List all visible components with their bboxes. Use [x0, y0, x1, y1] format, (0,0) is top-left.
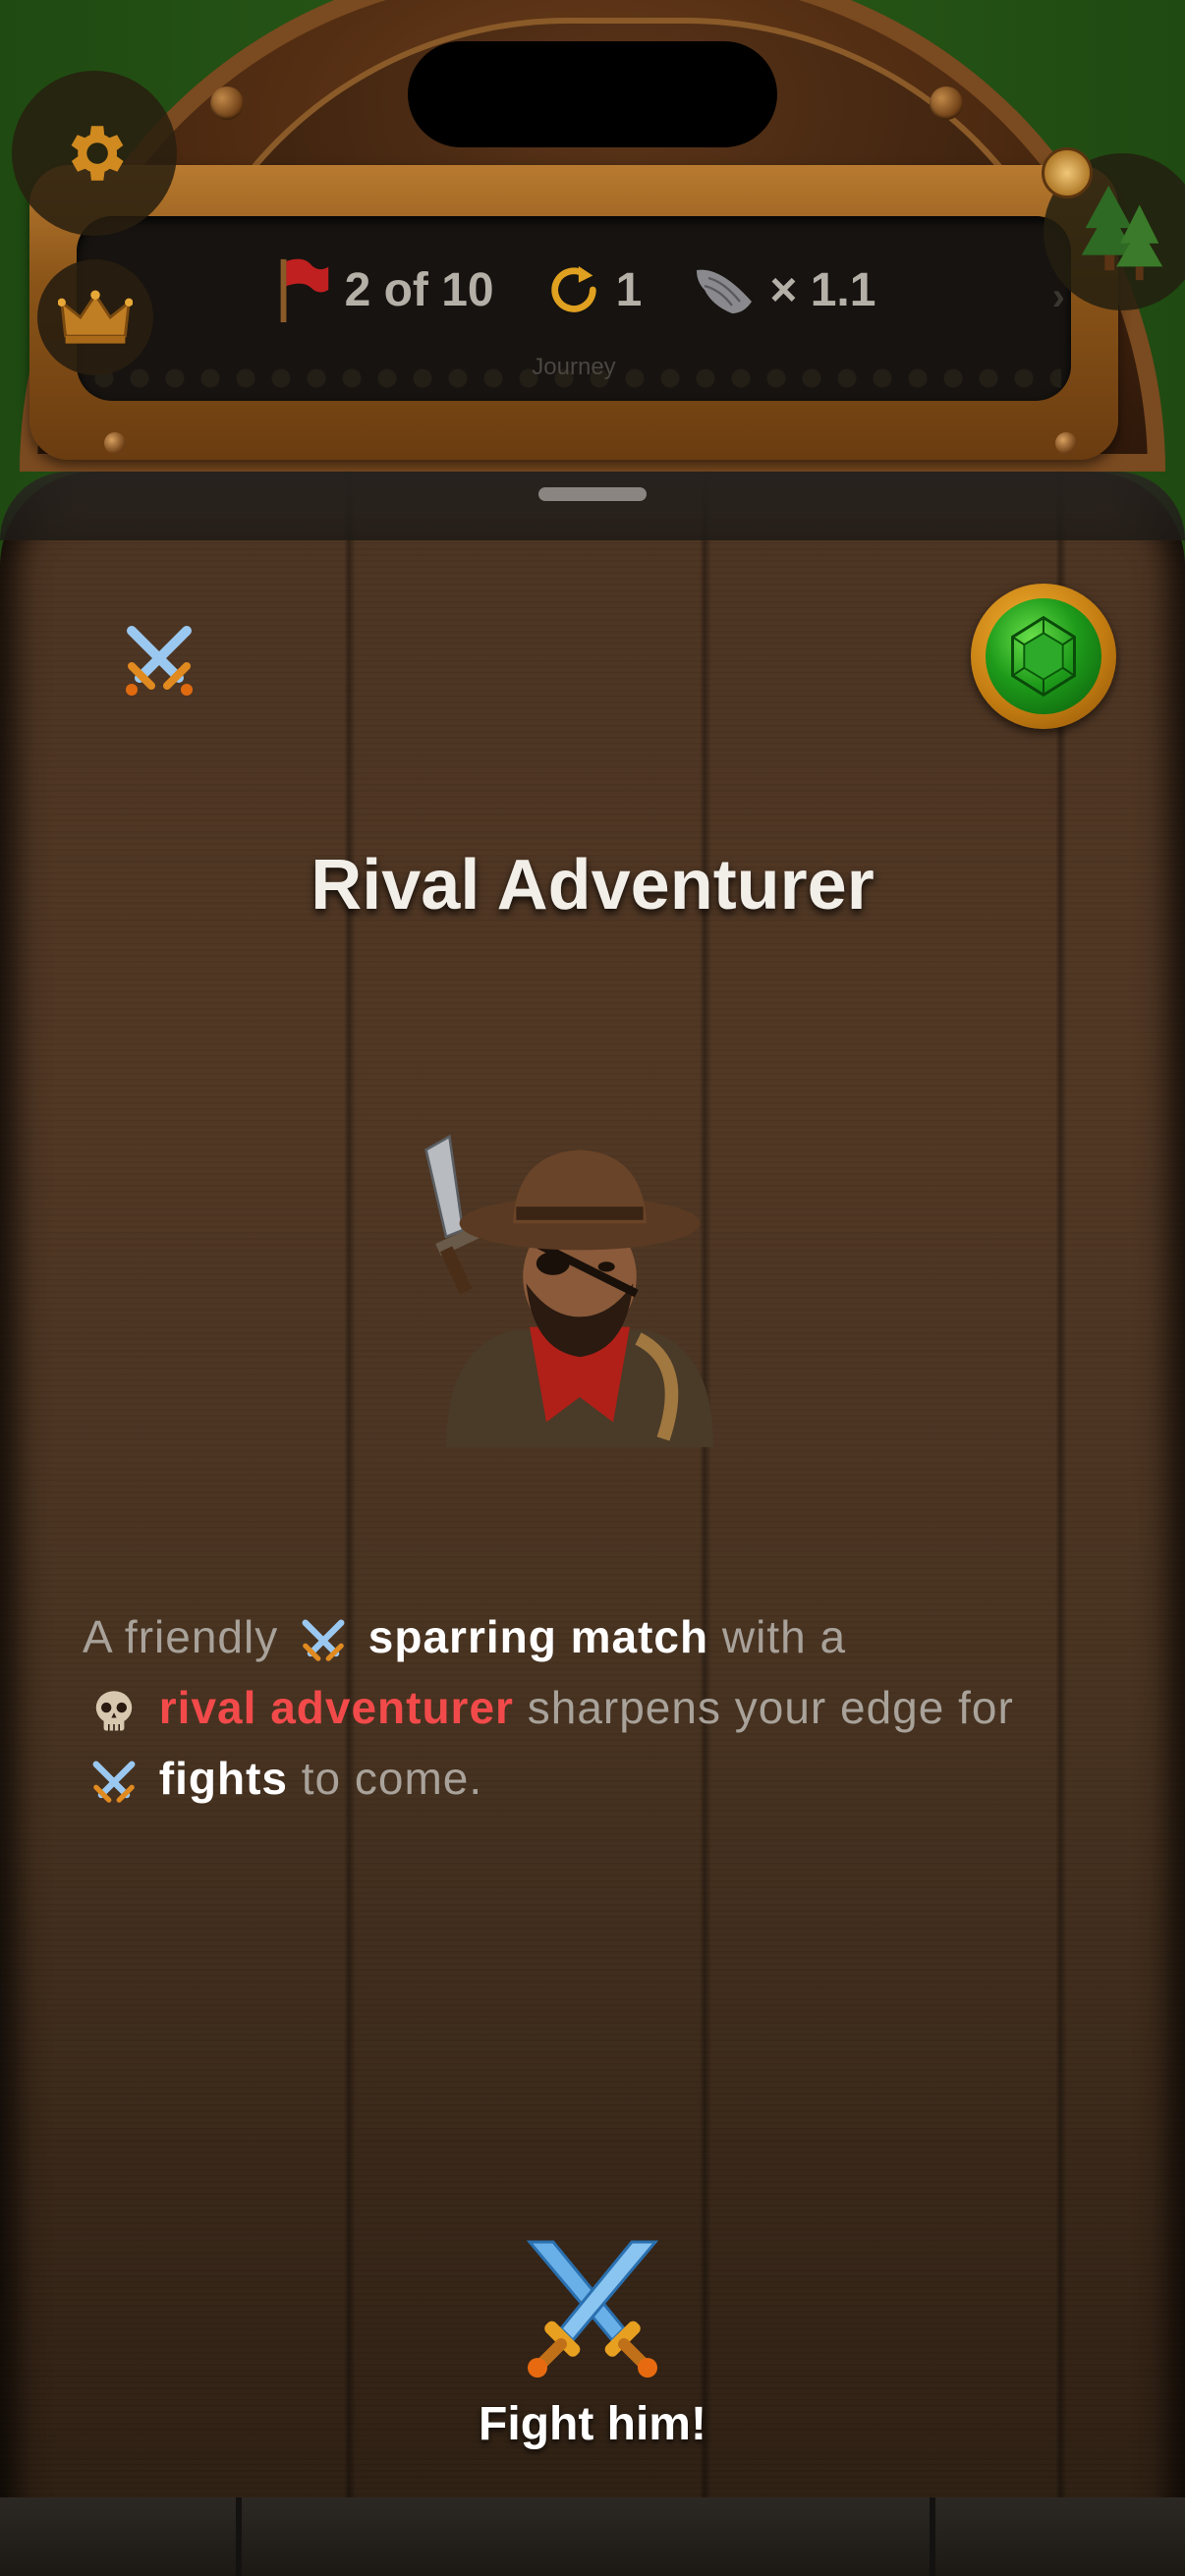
compass-icon [1042, 147, 1093, 198]
retries-stat: 1 [545, 261, 643, 318]
encounter-title: Rival Adventurer [310, 846, 875, 924]
stone-border-bottom [0, 2497, 1185, 2576]
multiplier-value: × 1.1 [769, 263, 876, 316]
gear-icon [71, 126, 124, 181]
description-text: sharpens your edge for [527, 1682, 1014, 1733]
arch-rivet [930, 86, 963, 120]
reward-gem[interactable] [971, 584, 1116, 729]
refresh-icon [550, 265, 596, 312]
skull-icon [95, 1691, 133, 1731]
description-text: with a [721, 1611, 847, 1662]
highlight-sparring-match: sparring match [367, 1611, 709, 1662]
crossed-swords-icon [302, 1619, 345, 1661]
pine-tree-icon [1081, 185, 1163, 281]
journey-stats: 2 of 10 1 × 1.1 [77, 255, 1071, 324]
sheet-grab-handle[interactable] [538, 487, 647, 501]
settings-button[interactable] [12, 71, 177, 236]
retries-value: 1 [615, 263, 643, 316]
stone-border-top [0, 472, 1185, 540]
encounter-description: A friendly sparring match with a rival a… [83, 1601, 1126, 1814]
plaque-rivet [104, 432, 126, 454]
stone-block [935, 2497, 1185, 2576]
description-text: A friendly [83, 1611, 279, 1662]
flag-icon [280, 258, 328, 323]
arch-rivet [210, 86, 244, 120]
journey-panel: 2 of 10 1 × 1.1 Journey › [77, 216, 1071, 401]
stone-block [242, 2497, 935, 2576]
crossed-swords-icon [526, 2240, 659, 2378]
crown-icon [58, 290, 133, 344]
journey-label: Journey [532, 354, 616, 380]
encounter-sheet: Rival Adventurer A friendly sparring mat… [0, 472, 1185, 2576]
plaque-rivet [1055, 432, 1077, 454]
rival-portrait [424, 1134, 713, 1447]
crossed-swords-icon [92, 1761, 136, 1803]
stone-block [0, 2497, 242, 2576]
game-screen: 2 of 10 1 × 1.1 Journey › Rival Adventur… [0, 0, 1185, 2576]
crossed-swords-icon [126, 626, 193, 696]
wing-icon [697, 269, 753, 313]
highlight-rival-adventurer: rival adventurer [158, 1682, 514, 1733]
progress-stat: 2 of 10 [272, 255, 494, 324]
leaderboard-button[interactable] [37, 259, 153, 375]
highlight-fights: fights [158, 1753, 288, 1804]
device-notch [408, 41, 777, 147]
fight-button-label: Fight him! [479, 2398, 706, 2450]
description-text: to come. [301, 1753, 483, 1804]
multiplier-stat: × 1.1 [693, 262, 875, 317]
emerald-gem-icon [986, 598, 1101, 714]
fight-button[interactable]: Fight him! [423, 2230, 762, 2476]
journey-plaque: 2 of 10 1 × 1.1 Journey › [29, 165, 1118, 460]
progress-value: 2 of 10 [344, 263, 494, 316]
